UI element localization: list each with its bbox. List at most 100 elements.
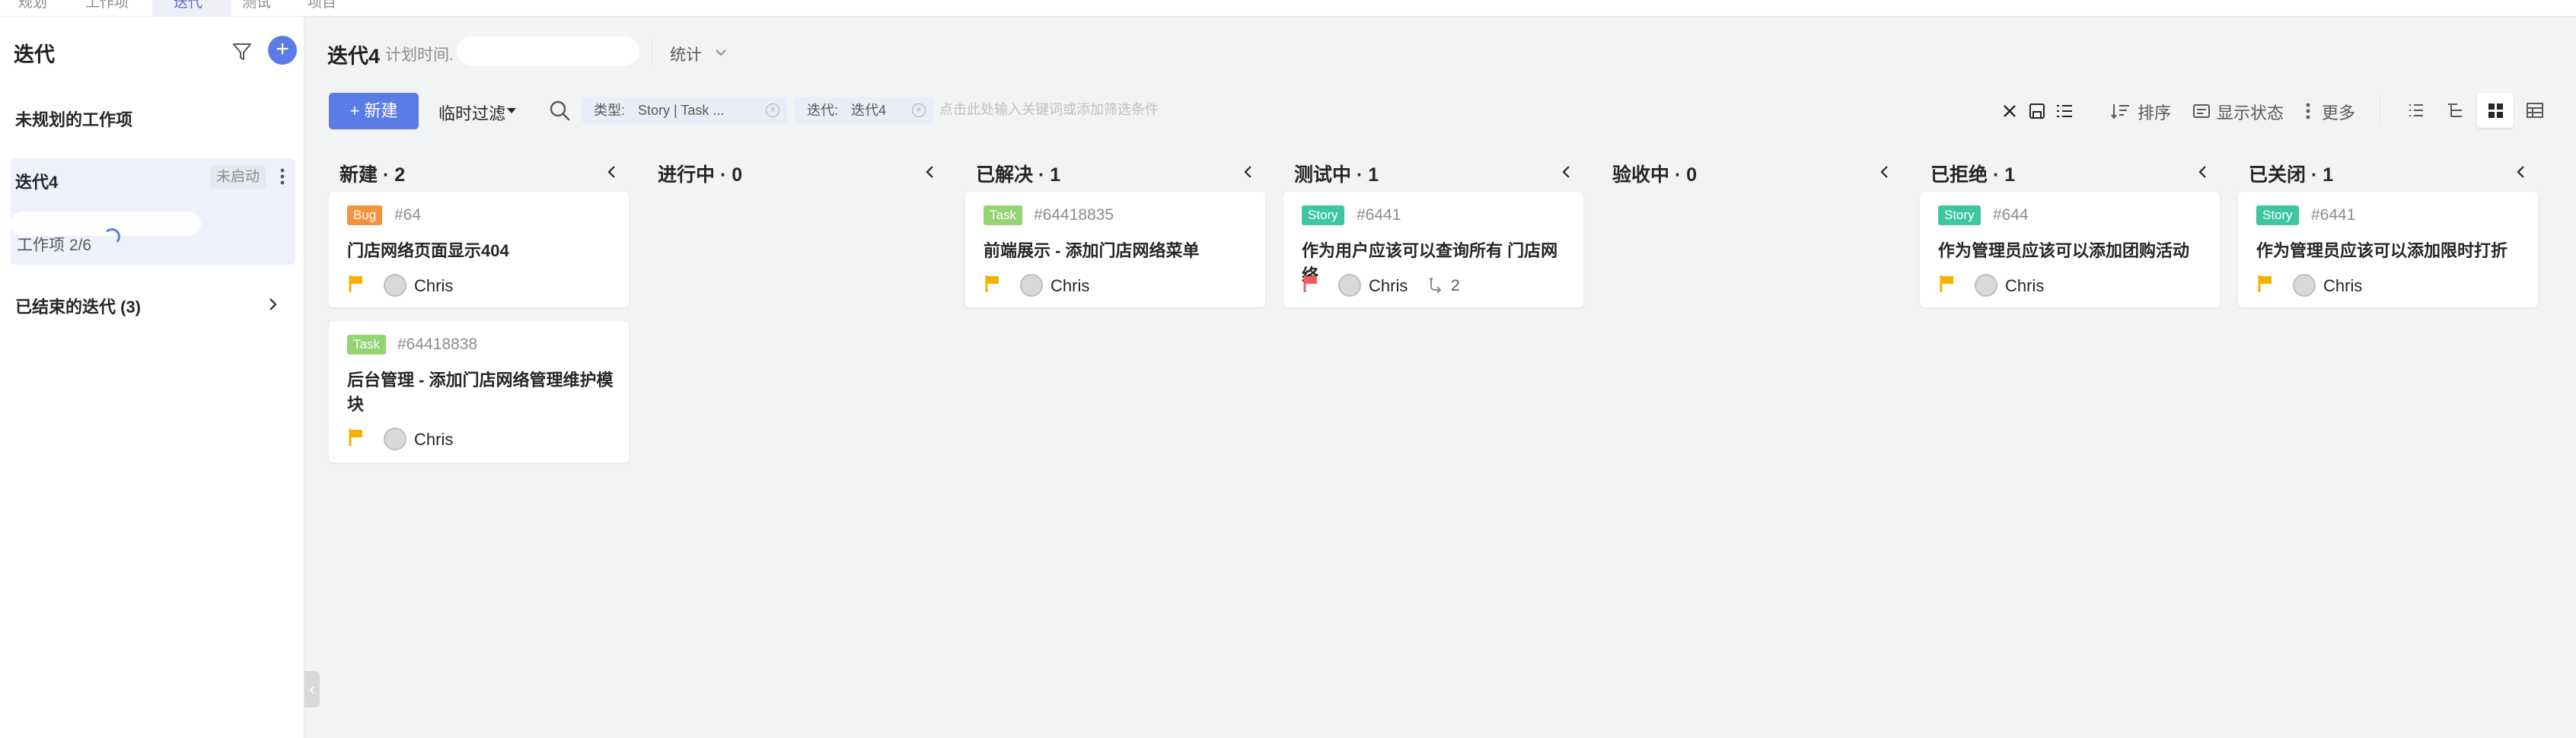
iteration-item[interactable]: 迭代4 未启动 工作项 2/6: [11, 158, 295, 265]
board-column-rejected: 已拒绝 · 1 Story #644 作为管理员应该可以添加团购活动 Chris: [1920, 152, 2224, 730]
display-status-icon[interactable]: [2191, 100, 2212, 122]
chevron-left-icon[interactable]: [921, 161, 939, 183]
list-view-icon: [2409, 104, 2423, 116]
top-tab-test[interactable]: 测试: [242, 0, 271, 17]
iteration-sidebar: 迭代 + 未规划的工作项 迭代4 未启动 工作项 2/6 已结束的迭代 (3): [0, 17, 304, 738]
loading-spinner-icon: [104, 228, 120, 245]
top-tab-project[interactable]: 项目: [308, 0, 336, 17]
board-column-testing: 测试中 · 1 Story #6441 作为用户应该可以查询所有 门店网络 Ch…: [1283, 152, 1588, 730]
new-item-button[interactable]: + 新建: [329, 93, 419, 129]
top-tab-plan[interactable]: 规划: [18, 0, 47, 17]
assignee-name: Chris: [1369, 276, 1408, 295]
chevron-down-icon[interactable]: [713, 44, 729, 61]
view-list-button[interactable]: [2398, 93, 2434, 128]
priority-flag-icon: [349, 429, 362, 446]
assignee-name: Chris: [2005, 276, 2045, 295]
chevron-left-icon[interactable]: [603, 161, 621, 183]
more-button[interactable]: 更多: [2322, 100, 2355, 124]
avatar: [1338, 274, 1361, 297]
filter-icon[interactable]: [230, 40, 254, 64]
card-id: #64: [394, 206, 422, 224]
assignee-name: Chris: [1050, 276, 1090, 295]
type-tag: Story: [1938, 205, 1981, 225]
more-vertical-icon[interactable]: [2297, 100, 2319, 122]
board-column-in-progress: 进行中 · 0: [647, 152, 952, 730]
card-title: 门店网络页面显示404: [347, 241, 509, 260]
assignee-name: Chris: [2323, 276, 2363, 295]
top-tab-iterations[interactable]: 迭代: [152, 0, 231, 17]
card-title: 作为管理员应该可以添加限时打折: [2256, 241, 2508, 260]
tree-view-icon: [2448, 103, 2462, 117]
chevron-left-icon[interactable]: [2194, 161, 2212, 183]
card-id: #6441: [2311, 206, 2356, 224]
avatar: [2293, 274, 2316, 297]
view-switcher: [2398, 93, 2565, 129]
card-id: #644: [1993, 206, 2029, 224]
top-tab-bar: 规划 工作项 迭代 测试 项目: [0, 0, 2576, 17]
sort-button[interactable]: 排序: [2138, 100, 2171, 124]
ended-iterations-link[interactable]: 已结束的迭代 (3): [15, 294, 141, 318]
chevron-left-icon[interactable]: [1557, 161, 1576, 183]
work-item-card[interactable]: Story #644 作为管理员应该可以添加团购活动 Chris: [1920, 192, 2220, 307]
card-id: #6441: [1357, 206, 1401, 224]
iteration-item-count: 工作项 2/6: [17, 237, 92, 254]
more-vertical-icon[interactable]: [277, 164, 288, 189]
work-item-card[interactable]: Task #64418835 前端展示 - 添加门店网络菜单 Chris: [965, 192, 1265, 307]
work-item-card[interactable]: Bug #64 门店网络页面显示404 Chris: [329, 192, 629, 307]
view-table-button[interactable]: [2517, 93, 2553, 128]
chevron-left-icon[interactable]: [2512, 161, 2530, 183]
clear-filter-icon[interactable]: [1999, 100, 2020, 122]
work-item-card[interactable]: Story #6441 作为用户应该可以查询所有 门店网络 Chris 2: [1283, 192, 1583, 307]
type-tag: Story: [2256, 205, 2299, 225]
filter-chip-iteration[interactable]: 迭代: 迭代4 ×: [795, 97, 933, 123]
type-tag: Bug: [347, 205, 383, 225]
avatar: [384, 274, 406, 297]
chip-label: 类型:: [594, 103, 626, 118]
filter-chip-type[interactable]: 类型: Story | Task ... ×: [582, 97, 787, 123]
board-column-closed: 已关闭 · 1 Story #6441 作为管理员应该可以添加限时打折 Chri…: [2238, 152, 2543, 730]
top-tab-workitems[interactable]: 工作项: [85, 0, 129, 17]
display-status-button[interactable]: 显示状态: [2217, 100, 2284, 124]
sidebar-title: 迭代: [14, 43, 55, 66]
sort-icon[interactable]: [2110, 100, 2131, 122]
board-column-acceptance: 验收中 · 0: [1602, 152, 1906, 730]
temp-filter-dropdown[interactable]: 临时过滤: [438, 100, 505, 125]
subtask-icon: [1430, 278, 1442, 294]
view-tree-button[interactable]: [2437, 93, 2474, 128]
avatar: [384, 428, 406, 450]
type-tag: Task: [347, 335, 386, 355]
stats-dropdown[interactable]: 统计: [670, 43, 702, 65]
column-title: 已关闭 · 1: [2249, 164, 2334, 186]
board-column-new: 新建 · 2 Bug #64 门店网络页面显示404 Chris Task #6…: [329, 152, 633, 730]
column-title: 已拒绝 · 1: [1930, 164, 2016, 186]
avatar: [1020, 274, 1043, 297]
chip-clear-icon[interactable]: ×: [766, 103, 779, 117]
chevron-right-icon[interactable]: [265, 295, 280, 313]
filter-search-input[interactable]: 点击此处输入关键词或添加筛选条件: [939, 99, 1159, 119]
column-title: 新建 · 2: [340, 164, 406, 186]
column-title: 已解决 · 1: [976, 164, 1061, 186]
chip-value: Story | Task ...: [638, 103, 725, 118]
unplanned-items-link[interactable]: 未规划的工作项: [15, 107, 132, 131]
add-iteration-button[interactable]: +: [268, 36, 297, 65]
main-panel: 迭代4 计划时间. 统计 + 新建 临时过滤 类型: Story | Task …: [304, 17, 2576, 738]
card-id: #64418838: [397, 336, 478, 353]
save-icon[interactable]: [2026, 100, 2048, 122]
chip-clear-icon[interactable]: ×: [912, 103, 926, 117]
column-title: 进行中 · 0: [658, 164, 743, 186]
card-title: 后台管理 - 添加门店网络管理维护模块: [347, 371, 614, 414]
column-title: 验收中 · 0: [1612, 164, 1698, 186]
assignee-name: Chris: [414, 430, 454, 449]
chip-label: 迭代:: [807, 103, 839, 118]
saved-filters-list-icon[interactable]: [2054, 100, 2075, 122]
work-item-card[interactable]: Story #6441 作为管理员应该可以添加限时打折 Chris: [2238, 192, 2538, 307]
search-icon[interactable]: [547, 97, 572, 123]
card-id: #64418835: [1034, 206, 1114, 224]
type-tag: Task: [984, 205, 1022, 225]
page-title: 迭代4: [327, 45, 381, 68]
view-board-button[interactable]: [2477, 93, 2514, 128]
chevron-left-icon[interactable]: [1876, 161, 1894, 183]
priority-flag-icon: [1303, 275, 1317, 292]
chevron-left-icon[interactable]: [1239, 161, 1258, 183]
work-item-card[interactable]: Task #64418838 后台管理 - 添加门店网络管理维护模块 Chris: [329, 321, 629, 463]
